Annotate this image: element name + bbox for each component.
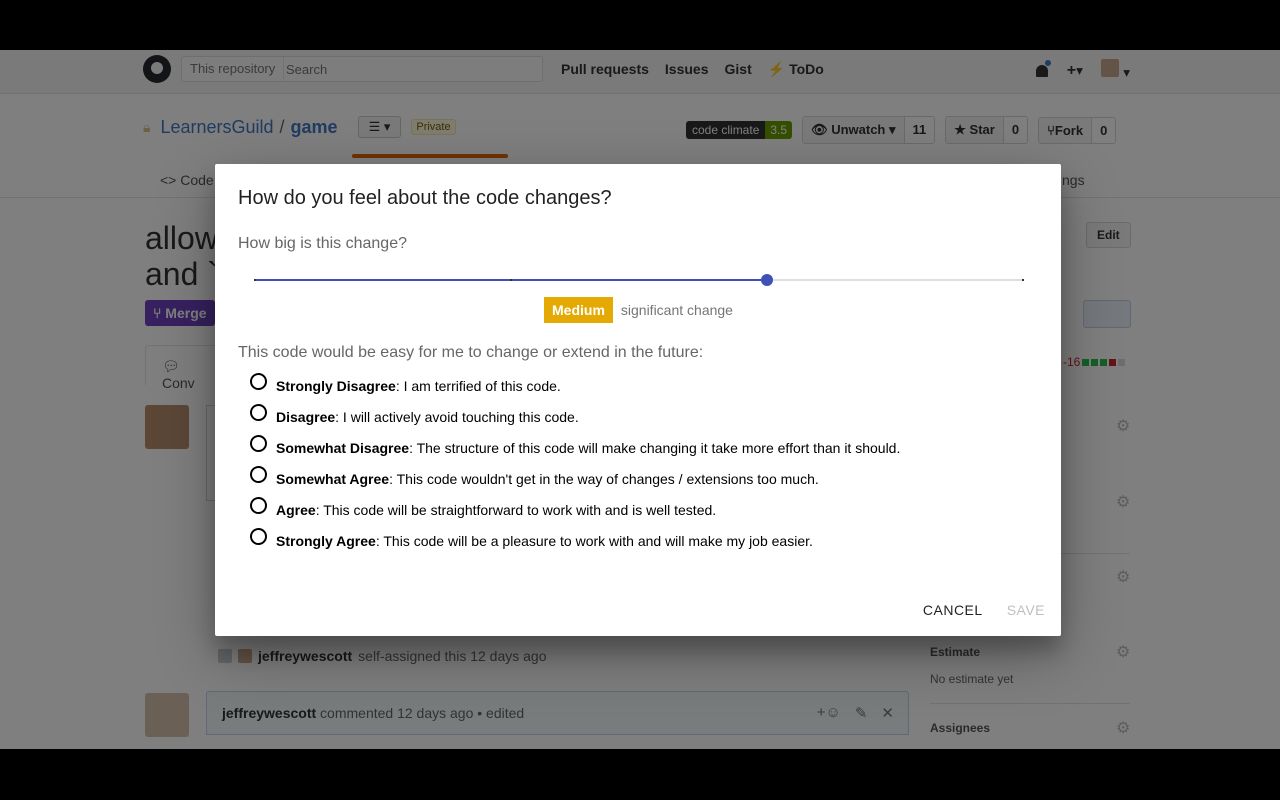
dialog-actions: CANCEL SAVE	[923, 602, 1045, 618]
option-label: Somewhat Agree	[276, 471, 390, 487]
radio-button[interactable]	[250, 528, 267, 545]
option-text: Strongly Agree: This code will be a plea…	[276, 533, 813, 549]
option-description: : This code will be a pleasure to work w…	[375, 533, 813, 549]
option-text: Disagree: I will actively avoid touching…	[276, 409, 579, 425]
radio-button[interactable]	[250, 404, 267, 421]
option-label: Somewhat Disagree	[276, 440, 410, 456]
option-description: : This code wouldn't get in the way of c…	[389, 471, 819, 487]
letterbox-top	[0, 0, 1280, 50]
size-slider[interactable]	[254, 271, 1024, 289]
save-button[interactable]: SAVE	[1007, 602, 1045, 618]
dialog-title: How do you feel about the code changes?	[238, 187, 612, 209]
size-label: Medium significant change	[544, 297, 733, 323]
slider-tick	[1022, 279, 1024, 281]
code-review-dialog: How do you feel about the code changes? …	[215, 164, 1061, 636]
option-label: Strongly Disagree	[276, 378, 396, 394]
slider-tick	[510, 279, 512, 281]
option-text: Strongly Disagree: I am terrified of thi…	[276, 378, 561, 394]
option-description: : The structure of this code will make c…	[409, 440, 901, 456]
size-question: How big is this change?	[238, 235, 407, 252]
option-text: Somewhat Disagree: The structure of this…	[276, 440, 900, 456]
radio-button[interactable]	[250, 373, 267, 390]
option-text: Agree: This code will be straightforward…	[276, 502, 716, 518]
extensibility-question: This code would be easy for me to change…	[238, 344, 704, 361]
size-description: significant change	[620, 302, 733, 318]
slider-tick	[254, 279, 256, 281]
radio-button[interactable]	[250, 435, 267, 452]
slider-thumb[interactable]	[761, 274, 773, 286]
option-text: Somewhat Agree: This code wouldn't get i…	[276, 471, 819, 487]
size-badge: Medium	[544, 297, 613, 323]
letterbox-bottom	[0, 749, 1280, 800]
option-label: Strongly Agree	[276, 533, 376, 549]
option-description: : I will actively avoid touching this co…	[335, 409, 579, 425]
option-label: Disagree	[276, 409, 336, 425]
option-description: : This code will be straightforward to w…	[315, 502, 717, 518]
option-description: : I am terrified of this code.	[395, 378, 561, 394]
option-label: Agree	[276, 502, 316, 518]
radio-button[interactable]	[250, 466, 267, 483]
cancel-button[interactable]: CANCEL	[923, 602, 983, 618]
radio-button[interactable]	[250, 497, 267, 514]
